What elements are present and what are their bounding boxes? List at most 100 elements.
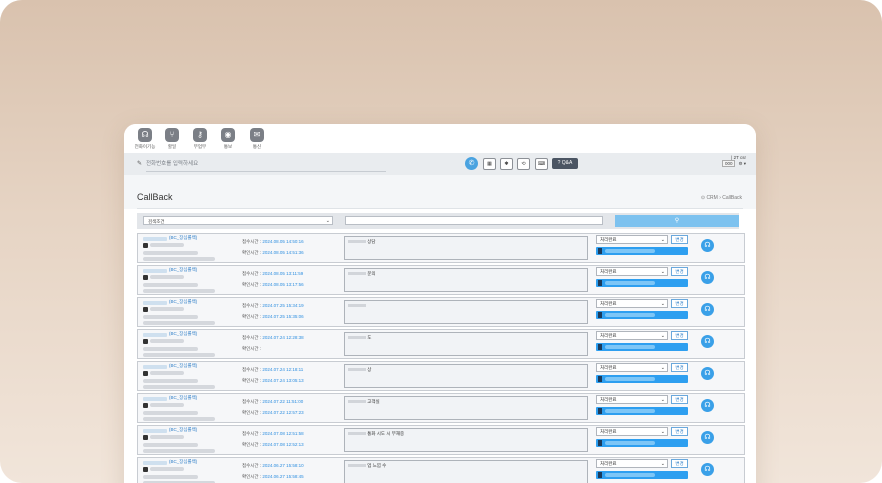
status-value: 처리완료 xyxy=(600,461,617,466)
change-button[interactable]: 변경 xyxy=(671,459,688,468)
keypad-button[interactable]: ▦ xyxy=(483,158,496,170)
edit-icon[interactable] xyxy=(143,435,148,440)
keyboard-button[interactable]: ⌨ xyxy=(535,158,548,170)
memo-textarea[interactable]: 상담 xyxy=(344,236,588,260)
agent-assignment[interactable] xyxy=(596,343,688,351)
status-select[interactable]: 처리완료 ⌄ xyxy=(596,299,668,308)
memo-textarea[interactable]: 고객실 xyxy=(344,396,588,420)
agent-assignment[interactable] xyxy=(596,247,688,255)
customer-name-redacted[interactable] xyxy=(143,301,167,305)
status-select[interactable]: 처리완료 ⌄ xyxy=(596,459,668,468)
customer-tag[interactable]: (BC_장심롤백) xyxy=(169,299,197,305)
phone-number-input[interactable]: ✎ 전화번호를 입력하세요 xyxy=(137,157,386,172)
search-button[interactable]: ⚲ xyxy=(615,215,739,227)
memo-textarea[interactable]: 문의 xyxy=(344,268,588,292)
edit-icon[interactable] xyxy=(143,243,148,248)
memo-textarea[interactable]: 도 xyxy=(344,332,588,356)
memo-textarea[interactable]: 업 느낌 수 xyxy=(344,460,588,483)
app-window: ☊ 전화이기능 ⑂ 할일 ⚷ 부업무 ◉ 통보 ✉ 통신 ✎ 전화번호를 입력하… xyxy=(124,124,756,483)
memo-textarea[interactable] xyxy=(344,300,588,324)
received-value: 2024.06.27 15:58:10 xyxy=(262,463,304,468)
redacted-text xyxy=(143,289,215,293)
customer-tag[interactable]: (BC_장심롤백) xyxy=(169,235,197,241)
star-button[interactable]: ✱ xyxy=(500,158,513,170)
menu-item-todo[interactable]: ⑂ 할일 xyxy=(159,128,185,150)
menu-item-work[interactable]: ⚷ 부업무 xyxy=(187,128,213,150)
redacted-text xyxy=(348,432,366,436)
customer-tag[interactable]: (BC_장심롤백) xyxy=(169,267,197,273)
change-button[interactable]: 변경 xyxy=(671,299,688,308)
received-time: 접수시간 : 2024.07.25 15:34:19 xyxy=(242,303,304,309)
change-button[interactable]: 변경 xyxy=(671,363,688,372)
memo-textarea[interactable]: 통화 시도 시 부재중 xyxy=(344,428,588,452)
customer-tag[interactable]: (BC_장심롤백) xyxy=(169,395,197,401)
menu-item-comm[interactable]: ✉ 통신 xyxy=(244,128,270,150)
customer-tag[interactable]: (BC_장심롤백) xyxy=(169,459,197,465)
customer-tag[interactable]: (BC_장심롤백) xyxy=(169,427,197,433)
status-select[interactable]: 처리완료 ⌄ xyxy=(596,363,668,372)
customer-name-redacted[interactable] xyxy=(143,237,167,241)
redacted-text xyxy=(143,315,198,319)
edit-icon[interactable] xyxy=(143,467,148,472)
status-select[interactable]: 처리완료 ⌄ xyxy=(596,267,668,276)
call-button[interactable]: ✆ xyxy=(465,157,478,170)
headset-icon[interactable]: ☊ xyxy=(701,431,714,444)
change-button[interactable]: 변경 xyxy=(671,267,688,276)
agent-assignment[interactable] xyxy=(596,311,688,319)
customer-name-redacted[interactable] xyxy=(143,429,167,433)
status-value: 처리완료 xyxy=(600,333,617,338)
breadcrumb[interactable]: ⊙ CRM › CallBack xyxy=(701,195,742,201)
change-button[interactable]: 변경 xyxy=(671,427,688,436)
redacted-text xyxy=(605,473,655,477)
gear-icon[interactable]: ⚙ ▾ xyxy=(738,161,746,166)
edit-icon[interactable] xyxy=(143,403,148,408)
memo-textarea[interactable]: 상 xyxy=(344,364,588,388)
menu-item-notice[interactable]: ◉ 통보 xyxy=(215,128,241,150)
edit-icon[interactable] xyxy=(143,371,148,376)
status-chip[interactable]: 000 xyxy=(721,160,736,167)
redacted-text xyxy=(143,411,198,415)
qna-button[interactable]: ? Q&A xyxy=(552,158,578,169)
headset-icon[interactable]: ☊ xyxy=(701,367,714,380)
change-button[interactable]: 변경 xyxy=(671,235,688,244)
customer-name-redacted[interactable] xyxy=(143,333,167,337)
received-label: 접수시간 : xyxy=(242,335,262,340)
status-select[interactable]: 처리완료 ⌄ xyxy=(596,331,668,340)
headset-icon[interactable]: ☊ xyxy=(701,303,714,316)
change-button[interactable]: 변경 xyxy=(671,395,688,404)
memo-text: 상 xyxy=(367,367,372,372)
customer-tag[interactable]: (BC_장심롤백) xyxy=(169,363,197,369)
search-input[interactable] xyxy=(345,216,603,225)
edit-icon[interactable] xyxy=(143,275,148,280)
confirmed-time: 확인시간 : 2024.07.24 13:05:13 xyxy=(242,378,304,384)
status-select[interactable]: 처리완료 ⌄ xyxy=(596,235,668,244)
agent-assignment[interactable] xyxy=(596,407,688,415)
menu-item-phone[interactable]: ☊ 전화이기능 xyxy=(132,128,158,150)
agent-assignment[interactable] xyxy=(596,471,688,479)
qna-label: Q&A xyxy=(561,160,573,166)
edit-icon[interactable] xyxy=(143,339,148,344)
customer-name-redacted[interactable] xyxy=(143,397,167,401)
agent-assignment[interactable] xyxy=(596,439,688,447)
status-select[interactable]: 처리완료 ⌄ xyxy=(596,395,668,404)
search-condition-select[interactable]: 검색조건 ⌄ xyxy=(143,216,333,225)
customer-name-redacted[interactable] xyxy=(143,269,167,273)
edit-icon[interactable] xyxy=(143,307,148,312)
memo-text: 고객실 xyxy=(367,399,380,404)
redacted-text xyxy=(605,345,655,349)
customer-name-redacted[interactable] xyxy=(143,461,167,465)
headset-icon[interactable]: ☊ xyxy=(701,399,714,412)
change-button[interactable]: 변경 xyxy=(671,331,688,340)
agent-assignment[interactable] xyxy=(596,279,688,287)
redacted-text xyxy=(150,243,184,247)
customer-tag[interactable]: (BC_장심롤백) xyxy=(169,331,197,337)
headset-icon[interactable]: ☊ xyxy=(701,239,714,252)
headset-icon[interactable]: ☊ xyxy=(701,271,714,284)
customer-name-redacted[interactable] xyxy=(143,365,167,369)
headset-icon[interactable]: ☊ xyxy=(701,335,714,348)
confirmed-value: 2024.08.05 14:51:36 xyxy=(262,250,304,255)
transfer-button[interactable]: ⟲ xyxy=(517,158,530,170)
status-select[interactable]: 처리완료 ⌄ xyxy=(596,427,668,436)
headset-icon[interactable]: ☊ xyxy=(701,463,714,476)
agent-assignment[interactable] xyxy=(596,375,688,383)
